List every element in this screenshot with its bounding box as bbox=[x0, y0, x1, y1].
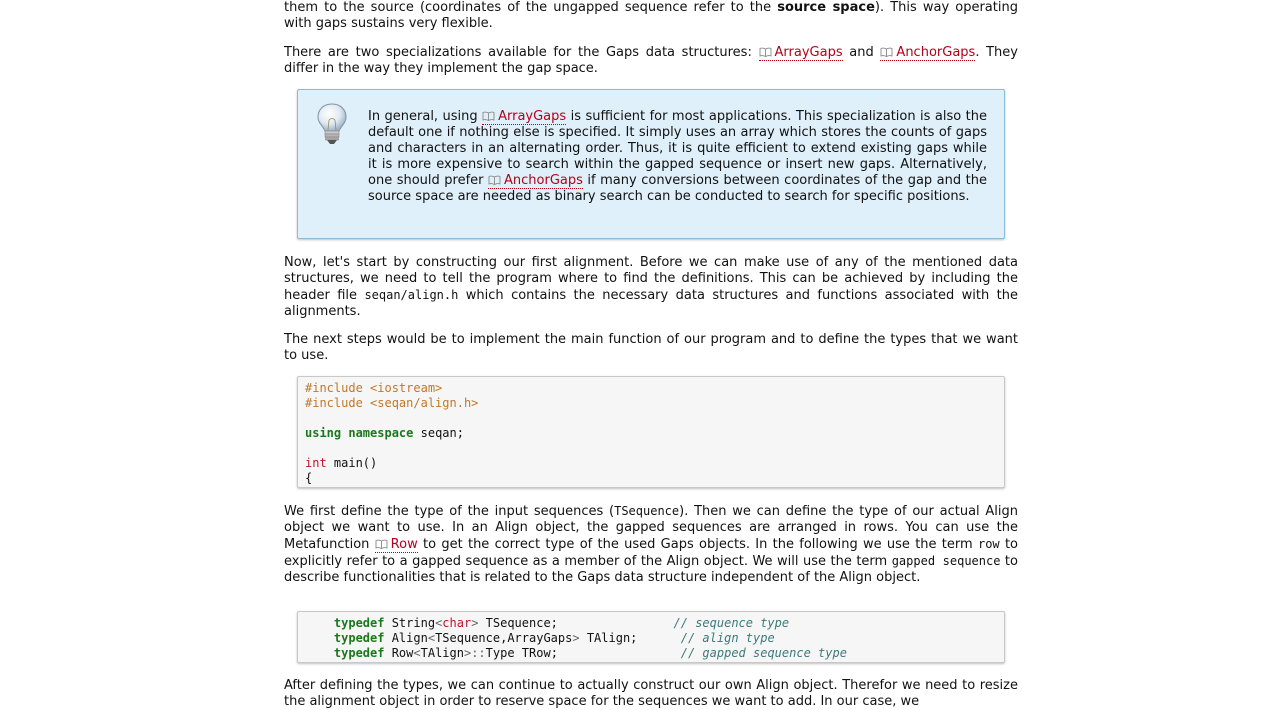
book-icon bbox=[759, 47, 771, 57]
paragraph-source-space: them to the source (coordinates of the u… bbox=[284, 0, 1018, 32]
inline-code-gapped-sequence: gapped sequence bbox=[891, 554, 1001, 568]
paragraph-next-steps: The next steps would be to implement the… bbox=[284, 332, 1018, 364]
paragraph-types: We first define the type of the input se… bbox=[284, 503, 1018, 586]
link-label: AnchorGaps bbox=[896, 45, 976, 60]
text: In general, using bbox=[368, 109, 483, 124]
code-comment: // sequence type bbox=[673, 616, 790, 630]
code-comment: // gapped sequence type bbox=[680, 646, 847, 660]
link-label: Row bbox=[390, 537, 418, 552]
code-block-typedefs: typedef String<char> TSequence; // seque… bbox=[297, 611, 1005, 663]
book-icon bbox=[375, 539, 388, 549]
code-line: #include <seqan/align.h> bbox=[305, 396, 479, 410]
text: We first define the type of the input se… bbox=[284, 504, 615, 519]
code-text: Row bbox=[384, 646, 414, 660]
link-arraygaps[interactable]: ArrayGaps bbox=[758, 45, 843, 61]
code-comment: // align type bbox=[680, 631, 775, 645]
code-text: seqan; bbox=[413, 426, 464, 440]
code-text: TAlign bbox=[420, 646, 464, 660]
keyword: namespace bbox=[348, 426, 414, 440]
link-row[interactable]: Row bbox=[374, 537, 418, 553]
term-source-space: source space bbox=[777, 0, 875, 15]
code-text: TAlign; bbox=[579, 631, 681, 645]
lightbulb-icon bbox=[317, 103, 347, 144]
text: and bbox=[842, 45, 881, 60]
link-label: ArrayGaps bbox=[498, 109, 567, 124]
code-text: main() bbox=[326, 456, 378, 470]
text: There are two specializations available … bbox=[284, 45, 759, 60]
paragraph-specializations: There are two specializations available … bbox=[284, 45, 1018, 77]
paragraph-include: Now, let's start by constructing our fir… bbox=[284, 255, 1018, 320]
code-text: TSequence,ArrayGaps bbox=[435, 631, 573, 645]
code-text: TSequence; bbox=[478, 616, 674, 630]
keyword: typedef bbox=[333, 616, 385, 630]
code-text: Type TRow; bbox=[485, 646, 681, 660]
code-text: String bbox=[384, 616, 436, 630]
type-keyword: int bbox=[305, 456, 327, 470]
operator: < bbox=[413, 646, 421, 660]
hint-box: In general, using ArrayGaps is sufficien… bbox=[297, 89, 1005, 239]
hint-text: In general, using ArrayGaps is sufficien… bbox=[368, 109, 987, 205]
operator: >:: bbox=[463, 646, 486, 660]
book-icon bbox=[880, 47, 893, 57]
inline-code-row: row bbox=[977, 537, 1000, 551]
text: to get the correct type of the used Gaps… bbox=[417, 537, 978, 552]
text: After defining the types, we can continu… bbox=[284, 678, 1018, 709]
code-block-includes: #include <iostream> #include <seqan/alig… bbox=[297, 376, 1005, 488]
link-arraygaps[interactable]: ArrayGaps bbox=[482, 109, 567, 125]
link-anchorgaps[interactable]: AnchorGaps bbox=[488, 173, 583, 189]
text: The next steps would be to implement the… bbox=[284, 332, 1018, 363]
type-keyword: char bbox=[442, 616, 472, 630]
link-label: AnchorGaps bbox=[504, 173, 583, 188]
code-text: Align bbox=[384, 631, 428, 645]
inline-code-tsequence: TSequence bbox=[614, 504, 680, 518]
code-line: typedef String<char> TSequence; // seque… bbox=[305, 616, 1004, 631]
operator: > bbox=[572, 631, 580, 645]
inline-code-header: seqan/align.h bbox=[364, 288, 459, 302]
text: them to the source (coordinates of the u… bbox=[284, 0, 778, 15]
keyword: using bbox=[305, 426, 342, 440]
code-line: { bbox=[305, 471, 313, 485]
operator: < bbox=[427, 631, 436, 645]
code-line: typedef Align<TSequence,ArrayGaps> TAlig… bbox=[305, 631, 1004, 646]
paragraph-construct: After defining the types, we can continu… bbox=[284, 678, 1018, 710]
keyword: typedef bbox=[333, 646, 385, 660]
book-icon bbox=[488, 175, 501, 185]
book-icon bbox=[482, 111, 495, 121]
link-anchorgaps[interactable]: AnchorGaps bbox=[880, 45, 976, 61]
code-line: using namespace seqan; bbox=[305, 426, 1004, 441]
code-line: int main() bbox=[305, 456, 1004, 471]
code-line: typedef Row<TAlign>::Type TRow; // gappe… bbox=[305, 646, 1004, 661]
keyword: typedef bbox=[333, 631, 385, 645]
code-line: #include <iostream> bbox=[305, 381, 443, 395]
link-label: ArrayGaps bbox=[774, 45, 843, 60]
